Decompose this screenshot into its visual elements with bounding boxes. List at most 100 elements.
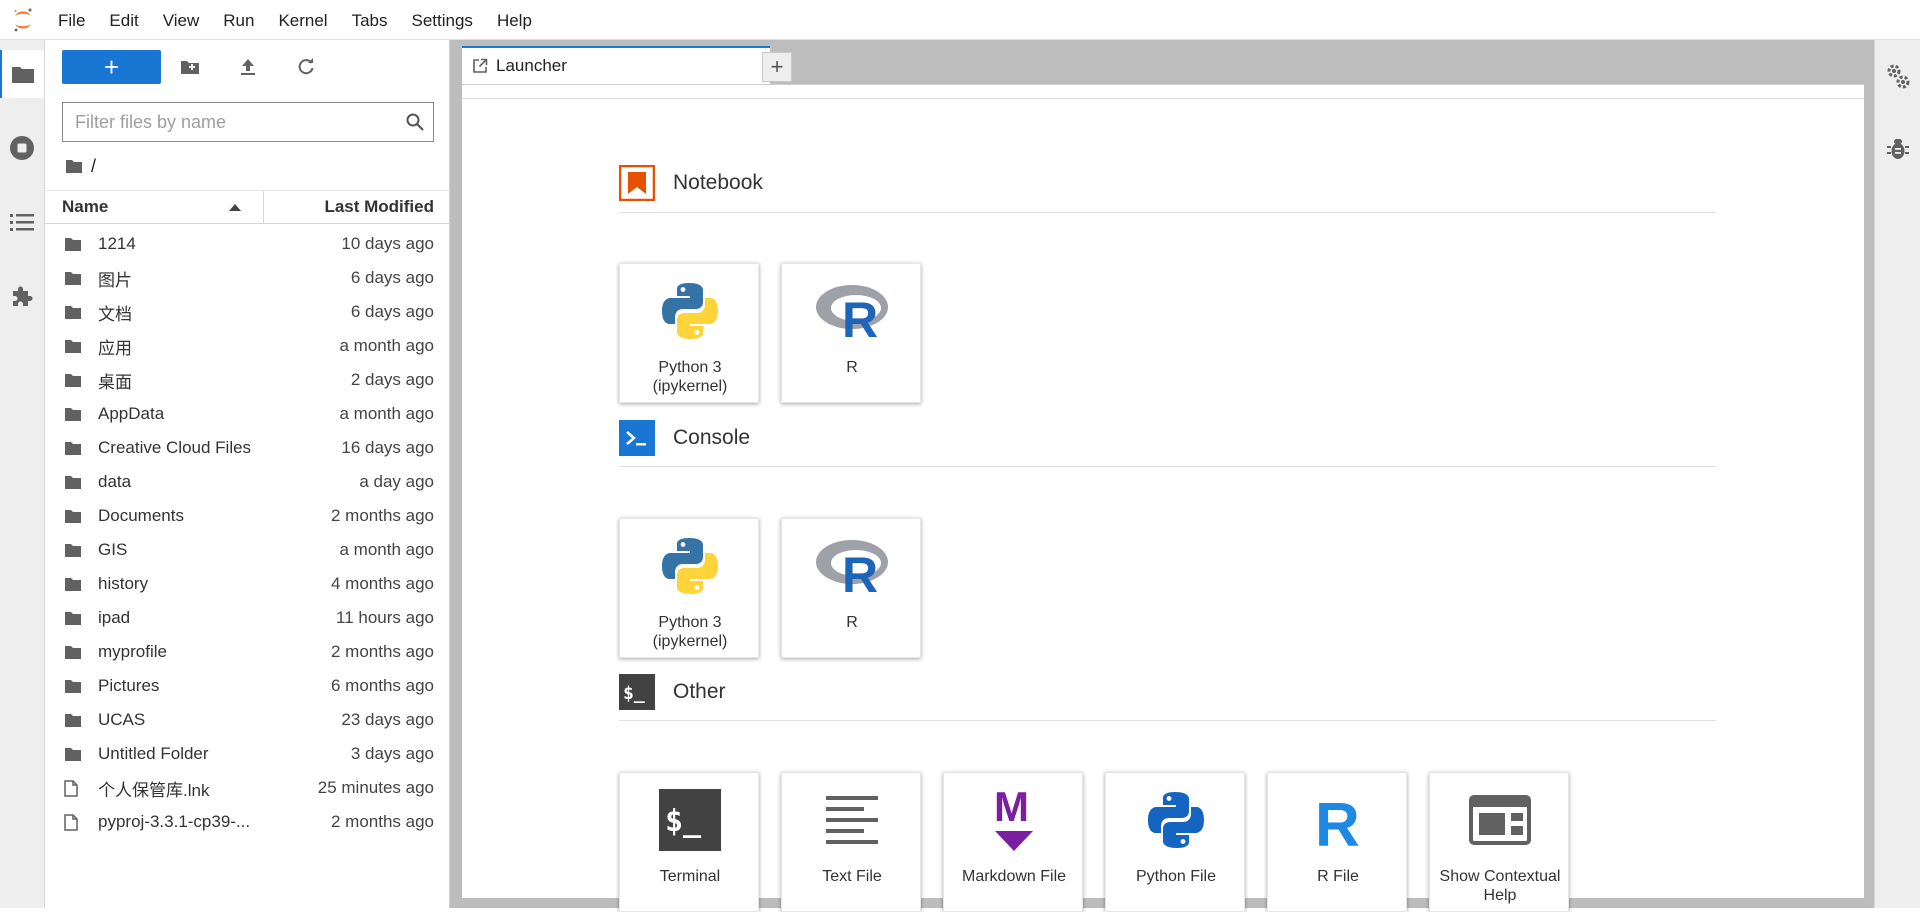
- file-row[interactable]: Pictures 6 months ago: [45, 669, 450, 703]
- menu-help[interactable]: Help: [485, 0, 544, 40]
- running-sessions-tab-button[interactable]: [0, 124, 44, 172]
- file-name: 桌面: [98, 372, 132, 392]
- new-tab-button[interactable]: +: [762, 52, 792, 82]
- puzzle-icon: [13, 286, 33, 306]
- card-label: Python 3 (ipykernel): [652, 359, 728, 395]
- menu-settings[interactable]: Settings: [400, 0, 485, 40]
- launcher-card-console-r-logo[interactable]: RR: [781, 518, 921, 658]
- file-row[interactable]: 1214 10 days ago: [45, 227, 450, 261]
- file-modified: 2 months ago: [330, 642, 434, 661]
- file-row[interactable]: history 4 months ago: [45, 567, 450, 601]
- name-column-header[interactable]: Name: [45, 191, 264, 223]
- launcher-card-notebook-r-logo[interactable]: RR: [781, 263, 921, 403]
- file-row[interactable]: data a day ago: [45, 465, 450, 499]
- file-row[interactable]: ipad 11 hours ago: [45, 601, 450, 635]
- file-name: pyproj-3.3.1-cp39-...: [98, 812, 251, 831]
- python-logo-icon: [620, 276, 760, 346]
- file-name: myprofile: [98, 642, 167, 661]
- launcher-card-other-python-file[interactable]: Python File: [1105, 772, 1245, 912]
- menu-tabs[interactable]: Tabs: [340, 0, 400, 40]
- property-inspector-button[interactable]: [1875, 52, 1920, 100]
- refresh-icon: [298, 58, 314, 75]
- menu-edit[interactable]: Edit: [97, 0, 150, 40]
- new-launcher-button[interactable]: +: [62, 50, 161, 84]
- file-name: 应用: [98, 338, 132, 358]
- r-logo-icon: R: [782, 531, 922, 601]
- launcher-card-other-terminal[interactable]: $_ Terminal: [619, 772, 759, 912]
- notebook-icon: [619, 165, 655, 201]
- folder-icon: [64, 407, 86, 422]
- file-row[interactable]: 桌面 2 days ago: [45, 363, 450, 397]
- terminal-icon: $_: [620, 785, 760, 855]
- folder-icon: [64, 271, 86, 286]
- file-row[interactable]: 图片 6 days ago: [45, 261, 450, 295]
- card-label: R: [846, 614, 858, 631]
- file-row[interactable]: Creative Cloud Files 16 days ago: [45, 431, 450, 465]
- file-row[interactable]: UCAS 23 days ago: [45, 703, 450, 737]
- menu-run[interactable]: Run: [211, 0, 266, 40]
- file-row[interactable]: Untitled Folder 3 days ago: [45, 737, 450, 771]
- launcher-card-other-contextual-help[interactable]: Show Contextual Help: [1429, 772, 1569, 912]
- file-name: 图片: [98, 270, 132, 290]
- new-folder-button[interactable]: [173, 50, 207, 84]
- file-row[interactable]: Documents 2 months ago: [45, 499, 450, 533]
- upload-button[interactable]: [231, 50, 265, 84]
- file-row[interactable]: pyproj-3.3.1-cp39-... 2 months ago: [45, 805, 450, 839]
- svg-text:M: M: [994, 787, 1029, 830]
- file-modified: 10 days ago: [341, 234, 434, 253]
- svg-text:$_: $_: [665, 804, 702, 839]
- filter-files-input[interactable]: [63, 104, 397, 140]
- file-row[interactable]: 文档 6 days ago: [45, 295, 450, 329]
- card-label: R File: [1317, 868, 1359, 885]
- file-row[interactable]: 个人保管库.lnk 25 minutes ago: [45, 771, 450, 805]
- console-section-title: Console: [619, 420, 750, 456]
- file-name: Creative Cloud Files: [98, 438, 252, 457]
- file-modified: a month ago: [339, 336, 434, 355]
- file-modified: a day ago: [359, 472, 434, 491]
- last-modified-column-header[interactable]: Last Modified: [264, 197, 450, 217]
- folder-icon: [64, 577, 86, 592]
- file-modified: a month ago: [339, 404, 434, 423]
- launcher-card-other-r-file[interactable]: R R File: [1267, 772, 1407, 912]
- debugger-button[interactable]: [1875, 125, 1920, 173]
- file-name: ipad: [98, 608, 131, 627]
- svg-text:R: R: [842, 547, 878, 596]
- stop-circle-icon: [10, 136, 34, 160]
- launcher-card-other-text-file[interactable]: Text File: [781, 772, 921, 912]
- other-divider: [619, 720, 1716, 721]
- file-row[interactable]: GIS a month ago: [45, 533, 450, 567]
- card-label: Python File: [1135, 868, 1217, 885]
- card-label: Terminal: [659, 868, 721, 885]
- extension-manager-tab-button[interactable]: [0, 272, 44, 320]
- home-folder-icon[interactable]: [65, 159, 83, 174]
- new-folder-icon: [181, 61, 199, 74]
- file-name: AppData: [98, 404, 165, 423]
- refresh-button[interactable]: [289, 50, 323, 84]
- file-list: 1214 10 days ago 图片 6 days ago 文档 6 days ago 应…: [45, 227, 450, 839]
- file-name: 文档: [98, 304, 132, 324]
- menu-kernel[interactable]: Kernel: [266, 0, 339, 40]
- plus-icon: +: [103, 52, 120, 82]
- right-sidebar: [1874, 40, 1920, 908]
- folder-icon: [64, 509, 86, 524]
- menu-file[interactable]: File: [46, 0, 97, 40]
- file-name: data: [98, 472, 132, 491]
- file-row[interactable]: myprofile 2 months ago: [45, 635, 450, 669]
- menu-view[interactable]: View: [151, 0, 212, 40]
- file-browser-tab-button[interactable]: [0, 50, 44, 98]
- file-row[interactable]: 应用 a month ago: [45, 329, 450, 363]
- file-row[interactable]: AppData a month ago: [45, 397, 450, 431]
- search-icon: [397, 104, 433, 140]
- folder-icon: [64, 373, 86, 388]
- launcher-card-console-python-logo[interactable]: Python 3 (ipykernel): [619, 518, 759, 658]
- python-logo-icon: [620, 531, 760, 601]
- file-name: Pictures: [98, 676, 160, 695]
- launcher-card-other-markdown[interactable]: M Markdown File: [943, 772, 1083, 912]
- file-name: history: [98, 574, 149, 593]
- launcher-card-notebook-python-logo[interactable]: Python 3 (ipykernel): [619, 263, 759, 403]
- table-of-contents-tab-button[interactable]: [0, 198, 44, 246]
- breadcrumb-root[interactable]: /: [91, 156, 96, 177]
- tab-launcher[interactable]: Launcher: [462, 46, 770, 84]
- card-label: R: [846, 359, 858, 376]
- r-file-icon: R: [1268, 785, 1408, 855]
